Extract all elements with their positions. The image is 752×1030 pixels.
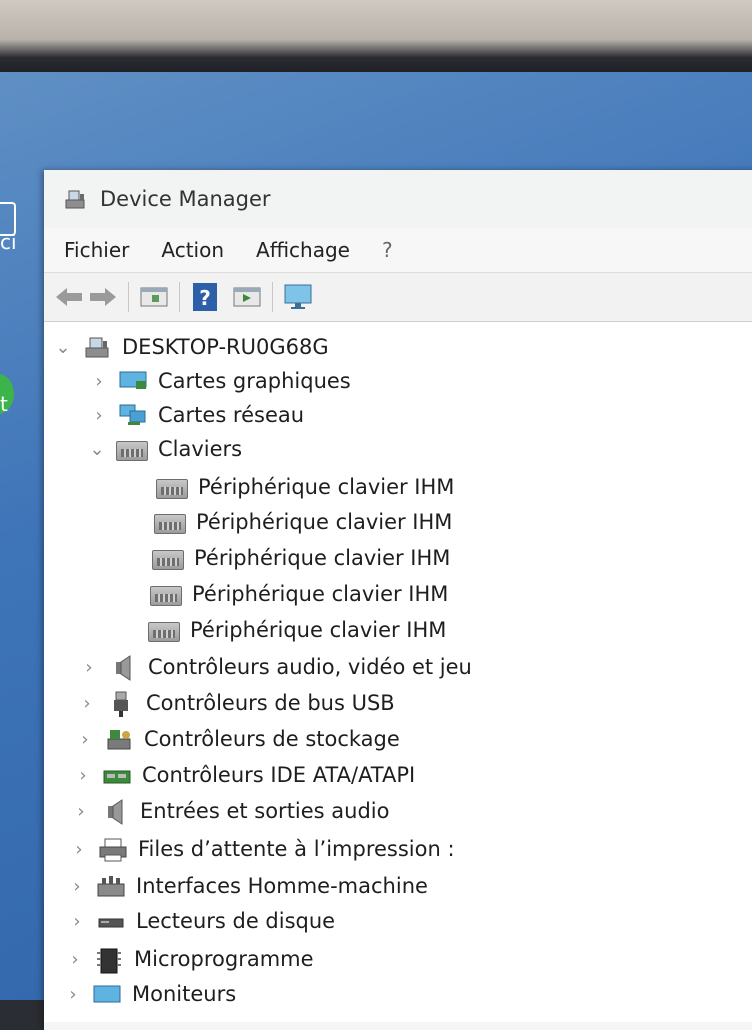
node-label: Microprogramme — [134, 947, 314, 971]
desktop-icon-label-2[interactable]: t — [0, 392, 8, 416]
monitor-icon — [92, 982, 122, 1006]
node-label: Files d’attente à l’impression : — [138, 837, 455, 861]
device-manager-icon — [64, 188, 86, 210]
chevron-right-icon[interactable]: › — [66, 949, 84, 970]
node-label: Contrôleurs IDE ATA/ATAPI — [142, 763, 416, 787]
node-label: Moniteurs — [132, 982, 237, 1006]
display-adapter-icon — [118, 369, 148, 393]
chevron-down-icon[interactable]: ⌄ — [88, 439, 106, 460]
storage-controller-icon — [104, 727, 134, 751]
tree-node-cartes-graphiques[interactable]: › Cartes graphiques — [90, 364, 351, 398]
chevron-right-icon[interactable]: › — [90, 405, 108, 426]
device-manager-window: Device Manager Fichier Action Affichage … — [44, 170, 752, 1030]
disk-drive-icon — [96, 909, 126, 933]
tree-root-label: DESKTOP-RU0G68G — [122, 335, 329, 359]
node-label: Cartes graphiques — [158, 369, 351, 393]
node-label: Cartes réseau — [158, 403, 305, 427]
keyboard-icon — [156, 478, 188, 499]
tree-node-files-impression[interactable]: › Files d’attente à l’impression : — [70, 832, 455, 866]
node-label: Périphérique clavier IHM — [190, 618, 447, 642]
chevron-right-icon[interactable]: › — [76, 729, 94, 750]
ide-controller-icon — [102, 763, 132, 787]
tree-leaf-clavier[interactable]: Périphérique clavier IHM — [152, 541, 450, 575]
menu-help[interactable]: ? — [382, 238, 393, 262]
speaker-icon — [100, 799, 130, 825]
toolbar-separator-2 — [179, 282, 180, 312]
tree-node-lecteurs-disque[interactable]: › Lecteurs de disque — [68, 904, 335, 938]
speaker-icon — [108, 655, 138, 681]
firmware-chip-icon — [94, 947, 124, 974]
tree-leaf-clavier[interactable]: Périphérique clavier IHM — [156, 470, 454, 504]
tree-node-entrees-sorties-audio[interactable]: › Entrées et sorties audio — [72, 794, 390, 828]
node-label: Interfaces Homme-machine — [136, 874, 428, 898]
title-bar: Device Manager — [44, 170, 752, 228]
chevron-right-icon[interactable]: › — [70, 839, 88, 860]
chevron-right-icon[interactable]: › — [80, 657, 98, 678]
tree-leaf-clavier[interactable]: Périphérique clavier IHM — [150, 577, 448, 611]
tree-node-microprogramme[interactable]: › Microprogramme — [66, 942, 314, 976]
keyboard-icon — [150, 585, 182, 606]
chevron-down-icon[interactable]: ⌄ — [54, 337, 72, 358]
tree-node-controleurs-usb[interactable]: › Contrôleurs de bus USB — [78, 686, 395, 720]
toolbar-separator — [128, 282, 129, 312]
hid-icon — [96, 874, 126, 898]
menu-affichage[interactable]: Affichage — [256, 238, 350, 262]
keyboard-icon — [152, 549, 184, 570]
help-icon[interactable]: ? — [188, 281, 222, 313]
toolbar: ? — [44, 272, 752, 322]
tree-node-controleurs-audio[interactable]: › Contrôleurs audio, vidéo et jeu — [80, 650, 472, 684]
show-hide-tree-icon[interactable] — [137, 281, 171, 313]
device-tree: ⌄ DESKTOP-RU0G68G › Cartes graphiques › … — [44, 322, 752, 1022]
tree-root[interactable]: ⌄ DESKTOP-RU0G68G — [54, 330, 329, 364]
node-label: Entrées et sorties audio — [140, 799, 390, 823]
chevron-right-icon[interactable]: › — [68, 911, 86, 932]
desktop-icon-label[interactable]: ci — [0, 230, 17, 254]
tree-node-controleurs-ide[interactable]: › Contrôleurs IDE ATA/ATAPI — [74, 758, 415, 792]
node-label: Contrôleurs de stockage — [144, 727, 400, 751]
node-label: Périphérique clavier IHM — [192, 582, 449, 606]
keyboard-icon — [116, 440, 148, 461]
tree-node-interfaces-hm[interactable]: › Interfaces Homme-machine — [68, 869, 428, 903]
node-label: Périphérique clavier IHM — [194, 546, 451, 570]
node-label: Périphérique clavier IHM — [198, 475, 455, 499]
chevron-right-icon[interactable]: › — [68, 876, 86, 897]
computer-icon — [82, 335, 112, 359]
printer-icon — [98, 837, 128, 862]
keyboard-icon — [154, 513, 186, 534]
network-adapter-icon — [118, 403, 148, 427]
node-label: Contrôleurs de bus USB — [146, 691, 395, 715]
menu-action[interactable]: Action — [161, 238, 224, 262]
svg-text:?: ? — [199, 286, 211, 310]
node-label: Claviers — [158, 437, 243, 461]
back-arrow-icon[interactable] — [52, 281, 86, 313]
forward-arrow-icon[interactable] — [86, 281, 120, 313]
toolbar-separator-3 — [272, 282, 273, 312]
node-label: Lecteurs de disque — [136, 909, 336, 933]
chevron-right-icon[interactable]: › — [78, 693, 96, 714]
node-label: Contrôleurs audio, vidéo et jeu — [148, 655, 472, 679]
tree-node-cartes-reseau[interactable]: › Cartes réseau — [90, 398, 304, 432]
tree-leaf-clavier[interactable]: Périphérique clavier IHM — [148, 613, 446, 647]
properties-icon[interactable] — [230, 281, 264, 313]
display-monitor-icon[interactable] — [281, 281, 315, 313]
chevron-right-icon[interactable]: › — [74, 765, 92, 786]
menu-bar: Fichier Action Affichage ? — [44, 228, 752, 272]
tree-leaf-clavier[interactable]: Périphérique clavier IHM — [154, 505, 452, 539]
menu-fichier[interactable]: Fichier — [64, 238, 129, 262]
tree-node-controleurs-stockage[interactable]: › Contrôleurs de stockage — [76, 722, 400, 756]
usb-plug-icon — [106, 691, 136, 717]
monitor-bezel — [0, 0, 752, 72]
window-title: Device Manager — [100, 187, 271, 211]
chevron-right-icon[interactable]: › — [72, 801, 90, 822]
keyboard-icon — [148, 621, 180, 642]
tree-node-moniteurs[interactable]: › Moniteurs — [64, 977, 236, 1011]
tree-node-claviers[interactable]: ⌄ Claviers — [88, 432, 242, 466]
node-label: Périphérique clavier IHM — [196, 510, 453, 534]
chevron-right-icon[interactable]: › — [90, 371, 108, 392]
chevron-right-icon[interactable]: › — [64, 984, 82, 1005]
